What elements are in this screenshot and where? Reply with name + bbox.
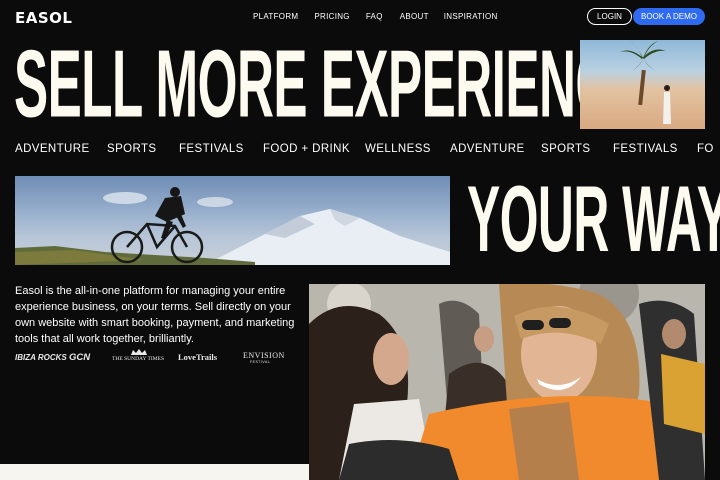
- intro-description: Easol is the all-in-one platform for man…: [15, 285, 295, 345]
- logo-envision: ENVISION: [243, 351, 285, 360]
- nav-link-about[interactable]: ABOUT: [400, 12, 429, 21]
- partner-logos: IBIZA ROCKS GCN THE SUNDAY TIMES LoveTra…: [15, 349, 305, 367]
- book-demo-button[interactable]: BOOK A DEMO: [633, 8, 705, 25]
- ticker-item: WELLNESS: [365, 143, 431, 155]
- nav-link-inspiration[interactable]: INSPIRATION: [444, 12, 498, 21]
- login-button[interactable]: LOGIN: [587, 8, 632, 25]
- nav-links: PLATFORM PRICING FAQ ABOUT INSPIRATION: [253, 12, 498, 21]
- ticker-item: FOOD + DRINK: [263, 143, 350, 155]
- mountain-scene: [15, 187, 450, 265]
- category-ticker: ADVENTURE SPORTS FESTIVALS FOOD + DRINK …: [15, 143, 720, 159]
- crowd-scene: [309, 284, 705, 480]
- hero-subheadline: YOUR WAY: [467, 166, 720, 271]
- ticker-item: SPORTS: [541, 143, 591, 155]
- desert-photo: [580, 40, 705, 129]
- crest-icon: [131, 349, 147, 355]
- logo-lovetrails: LoveTrails: [178, 352, 218, 362]
- logo-envision-sub: FESTIVAL: [250, 360, 271, 364]
- mountain-cyclist-photo: [15, 176, 450, 265]
- logo-sunday-times: THE SUNDAY TIMES: [112, 356, 165, 362]
- ticker-item: SPORTS: [107, 143, 157, 155]
- nav-link-pricing[interactable]: PRICING: [314, 12, 349, 21]
- ticker-item: ADVENTURE: [15, 143, 90, 155]
- section-divider: [0, 464, 309, 480]
- nav-link-faq[interactable]: FAQ: [366, 12, 383, 21]
- logo-ibiza-rocks: IBIZA ROCKS: [15, 353, 67, 362]
- nav-link-platform[interactable]: PLATFORM: [253, 12, 298, 21]
- logo-gcn: GCN: [69, 352, 91, 363]
- palm-tree-icon: [620, 40, 666, 71]
- brand-logo[interactable]: EASOL: [15, 9, 72, 27]
- festival-crowd-photo: [309, 284, 705, 480]
- ticker-item: FO: [697, 143, 714, 155]
- ticker-item: FESTIVALS: [179, 143, 244, 155]
- person-figure: [663, 85, 671, 124]
- palm-trunk: [638, 69, 646, 106]
- ticker-item: ADVENTURE: [450, 143, 525, 155]
- ticker-item: FESTIVALS: [613, 143, 678, 155]
